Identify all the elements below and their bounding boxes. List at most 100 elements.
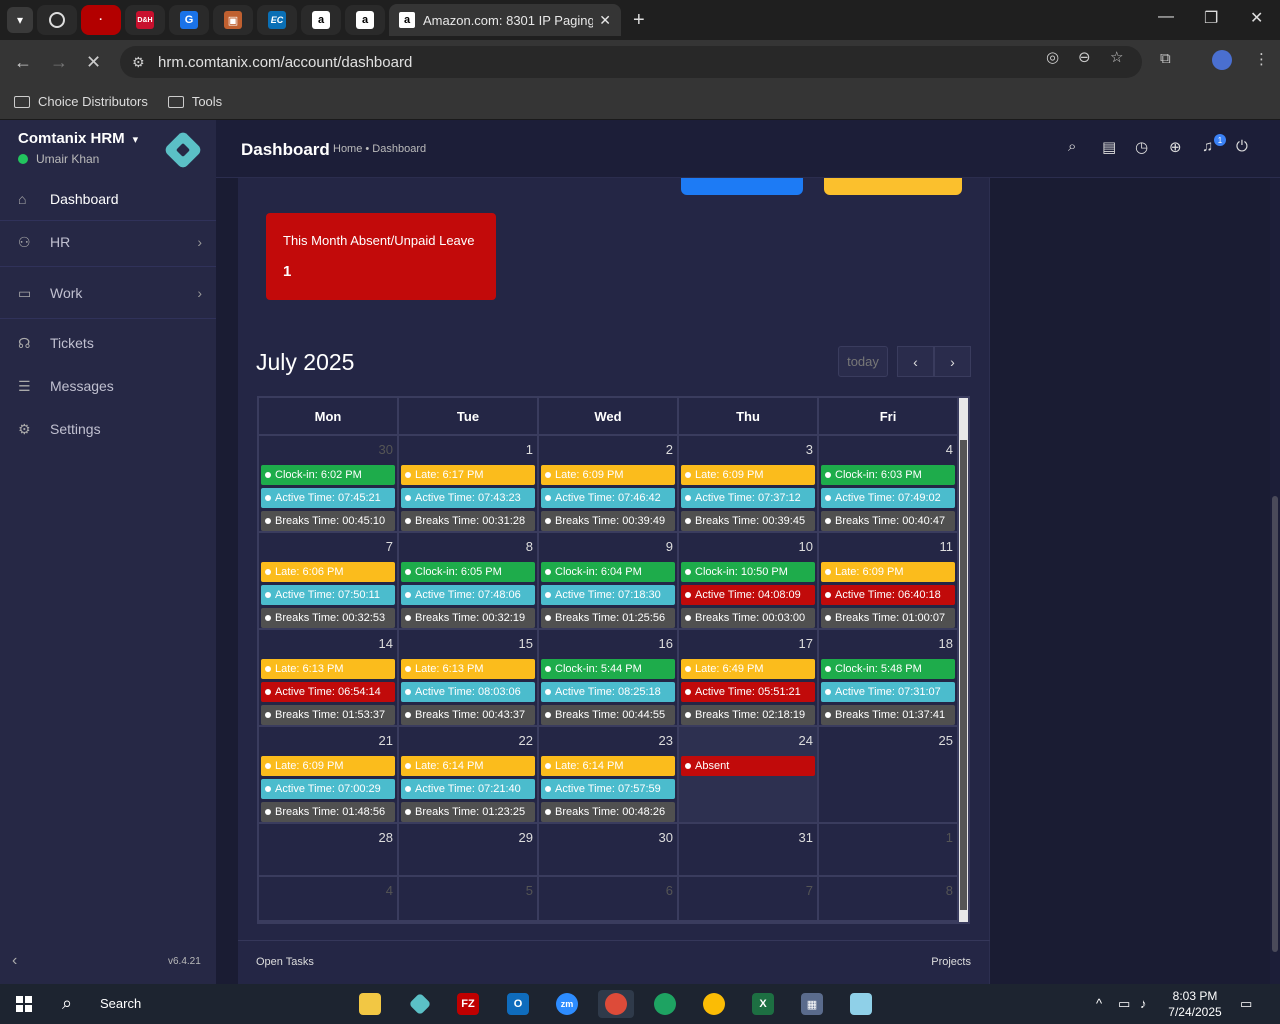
network-icon[interactable]: ▭ — [1118, 996, 1130, 1012]
sidebar-item-tickets[interactable]: ☊ Tickets — [0, 323, 216, 363]
calendar-event[interactable]: Clock-in: 6:03 PM — [821, 465, 955, 485]
filezilla-icon[interactable]: FZ — [450, 990, 486, 1018]
calendar-event[interactable]: Active Time: 07:43:23 — [401, 488, 535, 508]
collapse-sidebar-icon[interactable]: ‹ — [12, 952, 17, 970]
calendar-event[interactable]: Late: 6:14 PM — [401, 756, 535, 776]
calendar-day-cell[interactable]: 7 Late: 6:06 PM Active Time: 07:50:11 Break… — [259, 533, 399, 630]
calendar-event[interactable]: Breaks Time: 00:44:55 — [541, 705, 675, 725]
calendar-event[interactable]: Clock-in: 6:02 PM — [261, 465, 395, 485]
pinned-tab-5[interactable]: ▣ — [213, 5, 253, 35]
zoom-icon[interactable]: ⊖ — [1078, 48, 1091, 66]
calendar-event[interactable]: Clock-in: 5:44 PM — [541, 659, 675, 679]
power-icon[interactable]: ⏻ — [1236, 138, 1248, 155]
day-number[interactable]: 30 — [659, 830, 673, 845]
calendar-day-cell[interactable]: 29 — [399, 824, 539, 877]
chrome-icon[interactable] — [647, 990, 683, 1018]
day-number[interactable]: 8 — [526, 539, 533, 554]
day-number[interactable]: 23 — [659, 733, 673, 748]
tab-search-icon[interactable]: ▾ — [7, 7, 33, 33]
calendar-event[interactable]: Clock-in: 10:50 PM — [681, 562, 815, 582]
calendar-day-cell[interactable]: 11 Late: 6:09 PM Active Time: 06:40:18 Brea… — [819, 533, 959, 630]
calendar-event[interactable]: Active Time: 07:18:30 — [541, 585, 675, 605]
calendar-day-cell[interactable]: 23 Late: 6:14 PM Active Time: 07:57:59 Brea… — [539, 727, 679, 824]
calendar-event[interactable]: Breaks Time: 01:37:41 — [821, 705, 955, 725]
calendar-day-cell[interactable]: 6 — [539, 877, 679, 922]
calendar-day-cell[interactable]: 16 Clock-in: 5:44 PM Active Time: 08:25:18… — [539, 630, 679, 727]
calendar-event[interactable]: Breaks Time: 00:45:10 — [261, 511, 395, 531]
search-icon[interactable]: ⌕ — [62, 993, 72, 1014]
calendar-event[interactable]: Active Time: 05:51:21 — [681, 682, 815, 702]
calendar-event[interactable]: Late: 6:49 PM — [681, 659, 815, 679]
calendar-event[interactable]: Breaks Time: 00:32:53 — [261, 608, 395, 628]
day-number[interactable]: 6 — [666, 883, 673, 898]
calendar-day-cell[interactable]: 8 — [819, 877, 959, 922]
outlook-icon[interactable]: O — [500, 990, 536, 1018]
day-number[interactable]: 28 — [379, 830, 393, 845]
calendar-event[interactable]: Active Time: 07:45:21 — [261, 488, 395, 508]
day-number[interactable]: 22 — [519, 733, 533, 748]
calendar-day-cell[interactable]: 2 Late: 6:09 PM Active Time: 07:46:42 Break… — [539, 436, 679, 533]
bookmark-tools[interactable]: Tools — [167, 94, 222, 109]
tracking-icon[interactable]: ◎ — [1046, 48, 1059, 66]
calendar-event[interactable]: Late: 6:13 PM — [401, 659, 535, 679]
notes-icon[interactable]: ▤ — [1102, 138, 1116, 156]
calendar-event[interactable]: Active Time: 07:49:02 — [821, 488, 955, 508]
calendar-event[interactable]: Late: 6:09 PM — [541, 465, 675, 485]
pinned-tab-3[interactable]: D&H — [125, 5, 165, 35]
sidebar-item-dashboard[interactable]: ⌂ Dashboard — [0, 179, 216, 219]
calendar-event[interactable]: Active Time: 07:00:29 — [261, 779, 395, 799]
day-number[interactable]: 30 — [379, 442, 393, 457]
day-number[interactable]: 31 — [799, 830, 813, 845]
calendar-day-cell[interactable]: 18 Clock-in: 5:48 PM Active Time: 07:31:07… — [819, 630, 959, 727]
pinned-tab-1[interactable] — [37, 5, 77, 35]
calendar-day-cell[interactable]: 21 Late: 6:09 PM Active Time: 07:00:29 Brea… — [259, 727, 399, 824]
sidebar-item-messages[interactable]: ☰ Messages — [0, 366, 216, 406]
calendar-day-cell[interactable]: 22 Late: 6:14 PM Active Time: 07:21:40 Brea… — [399, 727, 539, 824]
calendar-event[interactable]: Active Time: 06:40:18 — [821, 585, 955, 605]
calendar-day-cell[interactable]: 4 Clock-in: 6:03 PM Active Time: 07:49:02 B… — [819, 436, 959, 533]
calendar-day-cell[interactable]: 28 — [259, 824, 399, 877]
pinned-tab-4[interactable]: G — [169, 5, 209, 35]
calendar-event[interactable]: Clock-in: 6:04 PM — [541, 562, 675, 582]
calendar-day-cell[interactable]: 7 — [679, 877, 819, 922]
calendar-event[interactable]: Active Time: 07:50:11 — [261, 585, 395, 605]
taskbar-search[interactable]: Search — [100, 996, 141, 1011]
calendar-day-cell[interactable]: 25 — [819, 727, 959, 824]
hrm-app-icon[interactable] — [402, 990, 438, 1018]
calendar-event[interactable]: Breaks Time: 00:31:28 — [401, 511, 535, 531]
calendar-event[interactable]: Active Time: 06:54:14 — [261, 682, 395, 702]
chrome-icon[interactable] — [598, 990, 634, 1018]
day-number[interactable]: 5 — [526, 883, 533, 898]
calendar-event[interactable]: Active Time: 07:57:59 — [541, 779, 675, 799]
add-icon[interactable]: ⊕ — [1169, 138, 1182, 156]
close-window-icon[interactable]: ✕ — [1250, 8, 1263, 28]
day-number[interactable]: 21 — [379, 733, 393, 748]
notifications-icon[interactable]: ▭ — [1240, 996, 1252, 1012]
day-number[interactable]: 7 — [386, 539, 393, 554]
day-number[interactable]: 10 — [799, 539, 813, 554]
stop-loading-icon[interactable]: ✕ — [86, 52, 101, 73]
day-number[interactable]: 14 — [379, 636, 393, 651]
day-number[interactable]: 1 — [526, 442, 533, 457]
day-number[interactable]: 4 — [946, 442, 953, 457]
day-number[interactable]: 18 — [939, 636, 953, 651]
calendar-day-cell[interactable]: 14 Late: 6:13 PM Active Time: 06:54:14 Brea… — [259, 630, 399, 727]
sidebar-item-hr[interactable]: ⚇ HR › — [0, 222, 216, 262]
calendar-event[interactable]: Late: 6:09 PM — [821, 562, 955, 582]
restore-icon[interactable]: ❐ — [1204, 8, 1218, 28]
bell-icon[interactable]: ♫ — [1202, 138, 1213, 155]
calendar-day-cell[interactable]: 15 Late: 6:13 PM Active Time: 08:03:06 Brea… — [399, 630, 539, 727]
active-browser-tab[interactable]: a Amazon.com: 8301 IP Paging A ✕ — [389, 4, 621, 36]
calendar-event[interactable]: Active Time: 07:31:07 — [821, 682, 955, 702]
notepad-icon[interactable] — [843, 990, 879, 1018]
day-number[interactable]: 25 — [939, 733, 953, 748]
bookmark-choice-distributors[interactable]: Choice Distributors — [14, 94, 148, 109]
clock-icon[interactable]: ◷ — [1135, 138, 1148, 156]
system-clock[interactable]: 8:03 PM 7/24/2025 — [1158, 988, 1232, 1020]
calendar-day-cell[interactable]: 1 Late: 6:17 PM Active Time: 07:43:23 Break… — [399, 436, 539, 533]
calendar-scrollbar[interactable] — [959, 398, 968, 922]
calendar-day-cell[interactable]: 3 Late: 6:09 PM Active Time: 07:37:12 Break… — [679, 436, 819, 533]
back-icon[interactable]: ← — [14, 52, 32, 73]
calendar-event[interactable]: Late: 6:09 PM — [261, 756, 395, 776]
calendar-event[interactable]: Breaks Time: 00:03:00 — [681, 608, 815, 628]
